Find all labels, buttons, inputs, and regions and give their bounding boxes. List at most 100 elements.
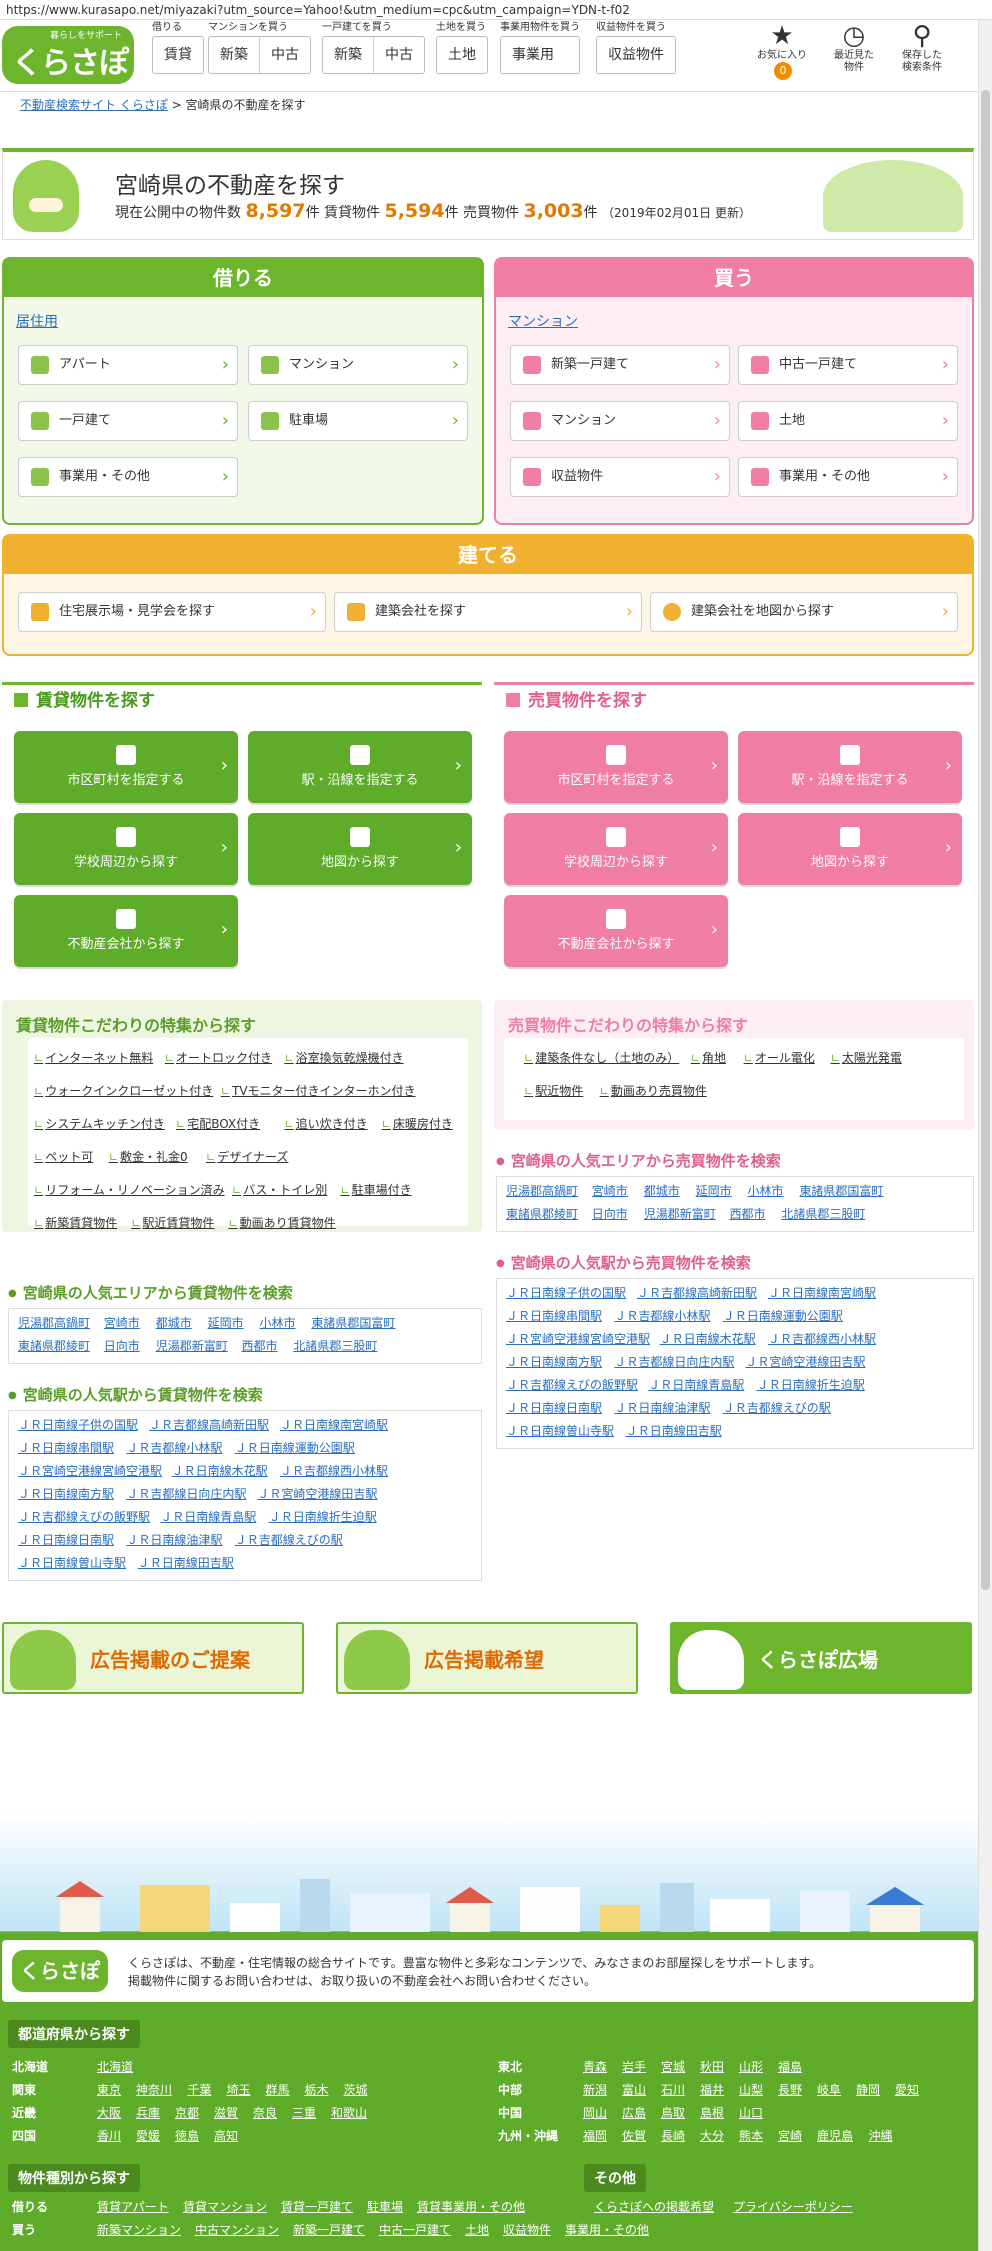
nav-rent-button[interactable]: 賃貸 [153, 37, 203, 73]
footer-pref-link[interactable]: 香川 [97, 2127, 121, 2144]
nav-income-button[interactable]: 収益物件 [597, 37, 675, 73]
saved-search-button[interactable]: ⚲ 保存した 検索条件 [892, 22, 952, 74]
feature-tag[interactable]: 宅配BOX付き [176, 1115, 260, 1132]
area-link[interactable]: ＪＲ宮崎空港線田吉駅 [257, 1485, 377, 1502]
area-link[interactable]: 小林市 [260, 1314, 296, 1331]
area-link[interactable]: 延岡市 [208, 1314, 244, 1331]
rent-map-button[interactable]: 地図から探す › [248, 813, 472, 885]
footer-type-link[interactable]: 新築一戸建て [293, 2221, 365, 2238]
feature-tag[interactable]: ウォークインクローゼット付き [34, 1082, 213, 1099]
area-link[interactable]: ＪＲ日南線青島駅 [160, 1508, 256, 1525]
nav-mansion-used-button[interactable]: 中古 [260, 37, 310, 73]
footer-pref-link[interactable]: 福井 [700, 2081, 724, 2098]
area-link[interactable]: 宮崎市 [104, 1314, 140, 1331]
footer-pref-link[interactable]: 京都 [175, 2104, 199, 2121]
area-link[interactable]: ＪＲ吉都線日向庄内駅 [614, 1353, 734, 1370]
footer-pref-link[interactable]: 千葉 [188, 2081, 212, 2098]
area-link[interactable]: ＪＲ日南線南宮崎駅 [280, 1416, 388, 1433]
area-link[interactable]: ＪＲ吉都線えびの駅 [235, 1531, 343, 1548]
area-link[interactable]: ＪＲ日南線田吉駅 [138, 1554, 234, 1571]
area-link[interactable]: ＪＲ日南線油津駅 [614, 1399, 710, 1416]
footer-pref-link[interactable]: 島根 [700, 2104, 724, 2121]
area-link[interactable]: 北諸県郡三股町 [781, 1205, 865, 1222]
footer-pref-link[interactable]: 愛媛 [136, 2127, 160, 2144]
area-link[interactable]: ＪＲ日南線運動公園駅 [723, 1307, 843, 1324]
nav-mansion-new-button[interactable]: 新築 [209, 37, 260, 73]
buy-station-button[interactable]: 駅・沿線を指定する › [738, 731, 962, 803]
rent-sublink[interactable]: 居住用 [16, 311, 58, 331]
buy-tile-used-house[interactable]: 中古一戸建て › [738, 345, 958, 385]
area-link[interactable]: 西都市 [730, 1205, 766, 1222]
area-link[interactable]: 日向市 [104, 1337, 140, 1354]
feature-tag[interactable]: バス・トイレ別 [232, 1181, 327, 1198]
footer-pref-link[interactable]: 福岡 [583, 2127, 607, 2144]
build-tile-builder[interactable]: 建築会社を探す › [334, 592, 642, 632]
rent-tile-house[interactable]: 一戸建て › [18, 401, 238, 441]
feature-tag[interactable]: 角地 [691, 1049, 726, 1066]
area-link[interactable]: ＪＲ日南線運動公園駅 [235, 1439, 355, 1456]
area-link[interactable]: 東諸県郡綾町 [506, 1205, 578, 1222]
buy-tile-new-house[interactable]: 新築一戸建て › [510, 345, 730, 385]
area-link[interactable]: ＪＲ日南線青島駅 [648, 1376, 744, 1393]
rent-tile-apartment[interactable]: アパート › [18, 345, 238, 385]
area-link[interactable]: ＪＲ吉都線高崎新田駅 [637, 1284, 757, 1301]
footer-pref-link[interactable]: 山梨 [739, 2081, 763, 2098]
footer-pref-link[interactable]: 熊本 [739, 2127, 763, 2144]
footer-pref-link[interactable]: 宮城 [661, 2058, 685, 2075]
area-link[interactable]: ＪＲ日南線曽山寺駅 [506, 1422, 614, 1439]
ad-banner-plaza[interactable]: くらさぽ広場 [670, 1622, 972, 1694]
footer-pref-link[interactable]: 宮崎 [778, 2127, 802, 2144]
recent-button[interactable]: ◷ 最近見た 物件 [824, 22, 884, 74]
footer-pref-link[interactable]: 山口 [739, 2104, 763, 2121]
footer-pref-link[interactable]: 愛知 [895, 2081, 919, 2098]
footer-pref-link[interactable]: 奈良 [253, 2104, 277, 2121]
build-tile-builder-map[interactable]: 建築会社を地図から探す › [650, 592, 958, 632]
feature-tag[interactable]: システムキッチン付き [34, 1115, 165, 1132]
area-link[interactable]: 児湯郡高鍋町 [18, 1314, 90, 1331]
area-link[interactable]: 延岡市 [696, 1182, 732, 1199]
area-link[interactable]: ＪＲ日南線南方駅 [506, 1353, 602, 1370]
feature-tag[interactable]: 浴室換気乾燥機付き [284, 1049, 404, 1066]
area-link[interactable]: 日向市 [592, 1205, 628, 1222]
area-link[interactable]: 都城市 [644, 1182, 680, 1199]
footer-pref-link[interactable]: 広島 [622, 2104, 646, 2121]
area-link[interactable]: 宮崎市 [592, 1182, 628, 1199]
favorites-button[interactable]: ★ お気に入り 0 [752, 22, 812, 80]
footer-pref-link[interactable]: 鳥取 [661, 2104, 685, 2121]
footer-type-link[interactable]: 賃貸一戸建て [281, 2198, 353, 2215]
area-link[interactable]: ＪＲ日南線油津駅 [126, 1531, 222, 1548]
footer-pref-link[interactable]: 群馬 [266, 2081, 290, 2098]
footer-pref-link[interactable]: 神奈川 [136, 2081, 172, 2098]
footer-type-link[interactable]: 賃貸マンション [183, 2198, 267, 2215]
area-link[interactable]: 児湯郡新富町 [644, 1205, 716, 1222]
footer-pref-link[interactable]: 沖縄 [869, 2127, 893, 2144]
footer-pref-link[interactable]: 岡山 [583, 2104, 607, 2121]
area-link[interactable]: 西都市 [242, 1337, 278, 1354]
footer-logo[interactable]: くらさぽ [12, 1950, 108, 1992]
area-link[interactable]: 東諸県郡国富町 [799, 1182, 883, 1199]
feature-tag[interactable]: 動画あり売買物件 [600, 1082, 707, 1099]
area-link[interactable]: 都城市 [156, 1314, 192, 1331]
buy-map-button[interactable]: 地図から探す › [738, 813, 962, 885]
footer-pref-link[interactable]: 徳島 [175, 2127, 199, 2144]
footer-pref-link[interactable]: 岩手 [622, 2058, 646, 2075]
buy-tile-mansion[interactable]: マンション › [510, 401, 730, 441]
buy-city-button[interactable]: 市区町村を指定する › [504, 731, 728, 803]
area-link[interactable]: 北諸県郡三股町 [293, 1337, 377, 1354]
footer-pref-link[interactable]: 三重 [292, 2104, 316, 2121]
scrollbar-thumb[interactable] [981, 90, 990, 1590]
area-link[interactable]: ＪＲ吉都線えびの駅 [723, 1399, 831, 1416]
feature-tag[interactable]: TVモニター付きインターホン付き [221, 1082, 416, 1099]
footer-type-link[interactable]: 中古マンション [195, 2221, 279, 2238]
footer-pref-link[interactable]: 山形 [739, 2058, 763, 2075]
site-logo[interactable]: 暮らしをサポート くらさぽ [2, 26, 134, 84]
area-link[interactable]: ＪＲ日南線南方駅 [18, 1485, 114, 1502]
rent-agency-button[interactable]: 不動産会社から探す › [14, 895, 238, 967]
rent-station-button[interactable]: 駅・沿線を指定する › [248, 731, 472, 803]
footer-pref-link[interactable]: 静岡 [856, 2081, 880, 2098]
footer-pref-link[interactable]: 秋田 [700, 2058, 724, 2075]
footer-type-link[interactable]: 中古一戸建て [379, 2221, 451, 2238]
area-link[interactable]: ＪＲ吉都線西小林駅 [768, 1330, 876, 1347]
nav-house-used-button[interactable]: 中古 [374, 37, 424, 73]
area-link[interactable]: 東諸県郡綾町 [18, 1337, 90, 1354]
